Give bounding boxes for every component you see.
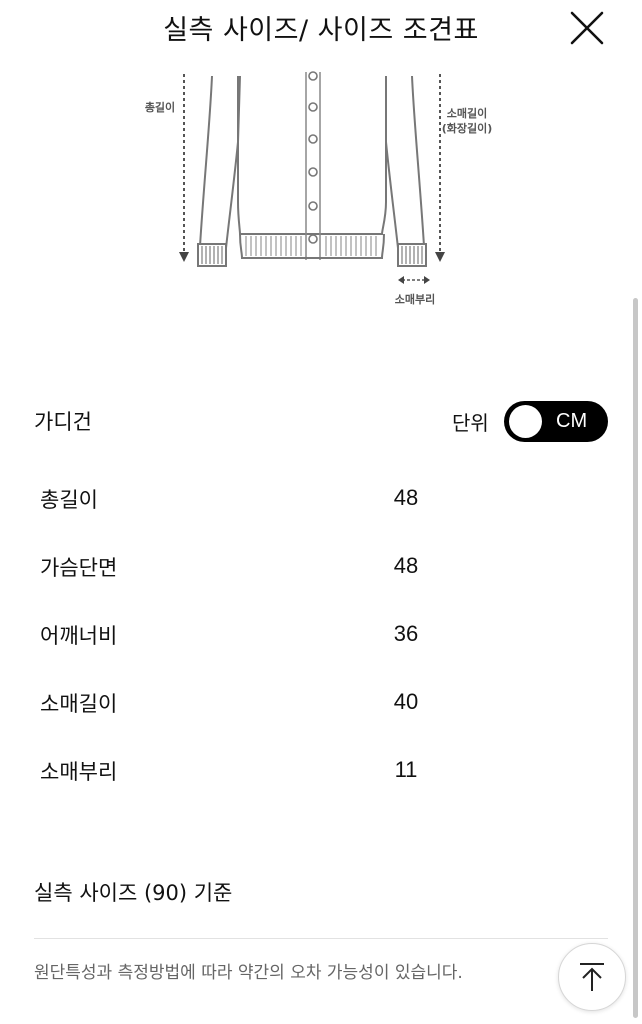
cuff-label: 소매부리 xyxy=(395,292,435,306)
scroll-to-top-button[interactable] xyxy=(558,943,626,1011)
close-button[interactable] xyxy=(568,9,606,47)
unit-toggle[interactable]: CM xyxy=(504,401,608,442)
size-label: 어깨너비 xyxy=(40,624,118,648)
size-value: 48 xyxy=(393,485,419,510)
size-value: 40 xyxy=(393,689,419,714)
size-row-cuff: 소매부리 11 xyxy=(0,738,642,806)
size-row-total-length: 총길이 48 xyxy=(0,466,642,534)
size-value: 36 xyxy=(393,621,419,646)
size-table: 총길이 48 가슴단면 48 어깨너비 36 소매길이 40 소매부리 11 xyxy=(0,466,642,806)
modal-header: 실측 사이즈/ 사이즈 조견표 xyxy=(0,0,642,60)
page-title: 실측 사이즈/ 사이즈 조견표 xyxy=(163,15,479,46)
total-length-label: 총길이 xyxy=(145,100,175,114)
size-row-chest: 가슴단면 48 xyxy=(0,534,642,602)
unit-toggle-knob xyxy=(509,405,542,438)
size-label: 소매부리 xyxy=(40,760,118,784)
sleeve-length-label: 소매길이 xyxy=(447,106,487,120)
size-value: 11 xyxy=(394,757,418,782)
arrow-up-icon xyxy=(580,963,604,991)
cardigan-measurement-illustration: 총길이 소매길이 (화장길이) 소매부리 xyxy=(130,62,510,317)
product-type-title: 가디건 xyxy=(34,410,92,434)
size-label: 소매길이 xyxy=(40,692,118,716)
size-row-sleeve-length: 소매길이 40 xyxy=(0,670,642,738)
sleeve-length-sublabel: (화장길이) xyxy=(442,121,493,135)
size-basis-text: 실측 사이즈 (90) 기준 xyxy=(34,881,233,905)
size-label: 가슴단면 xyxy=(40,556,118,580)
size-value: 48 xyxy=(393,553,419,578)
close-icon xyxy=(570,11,604,45)
unit-value: CM xyxy=(556,410,588,432)
measurement-note: 원단특성과 측정방법에 따라 약간의 오차 가능성이 있습니다. xyxy=(34,963,463,983)
unit-label: 단위 xyxy=(452,411,489,435)
divider xyxy=(34,938,608,939)
size-row-shoulder: 어깨너비 36 xyxy=(0,602,642,670)
size-label: 총길이 xyxy=(40,488,98,512)
